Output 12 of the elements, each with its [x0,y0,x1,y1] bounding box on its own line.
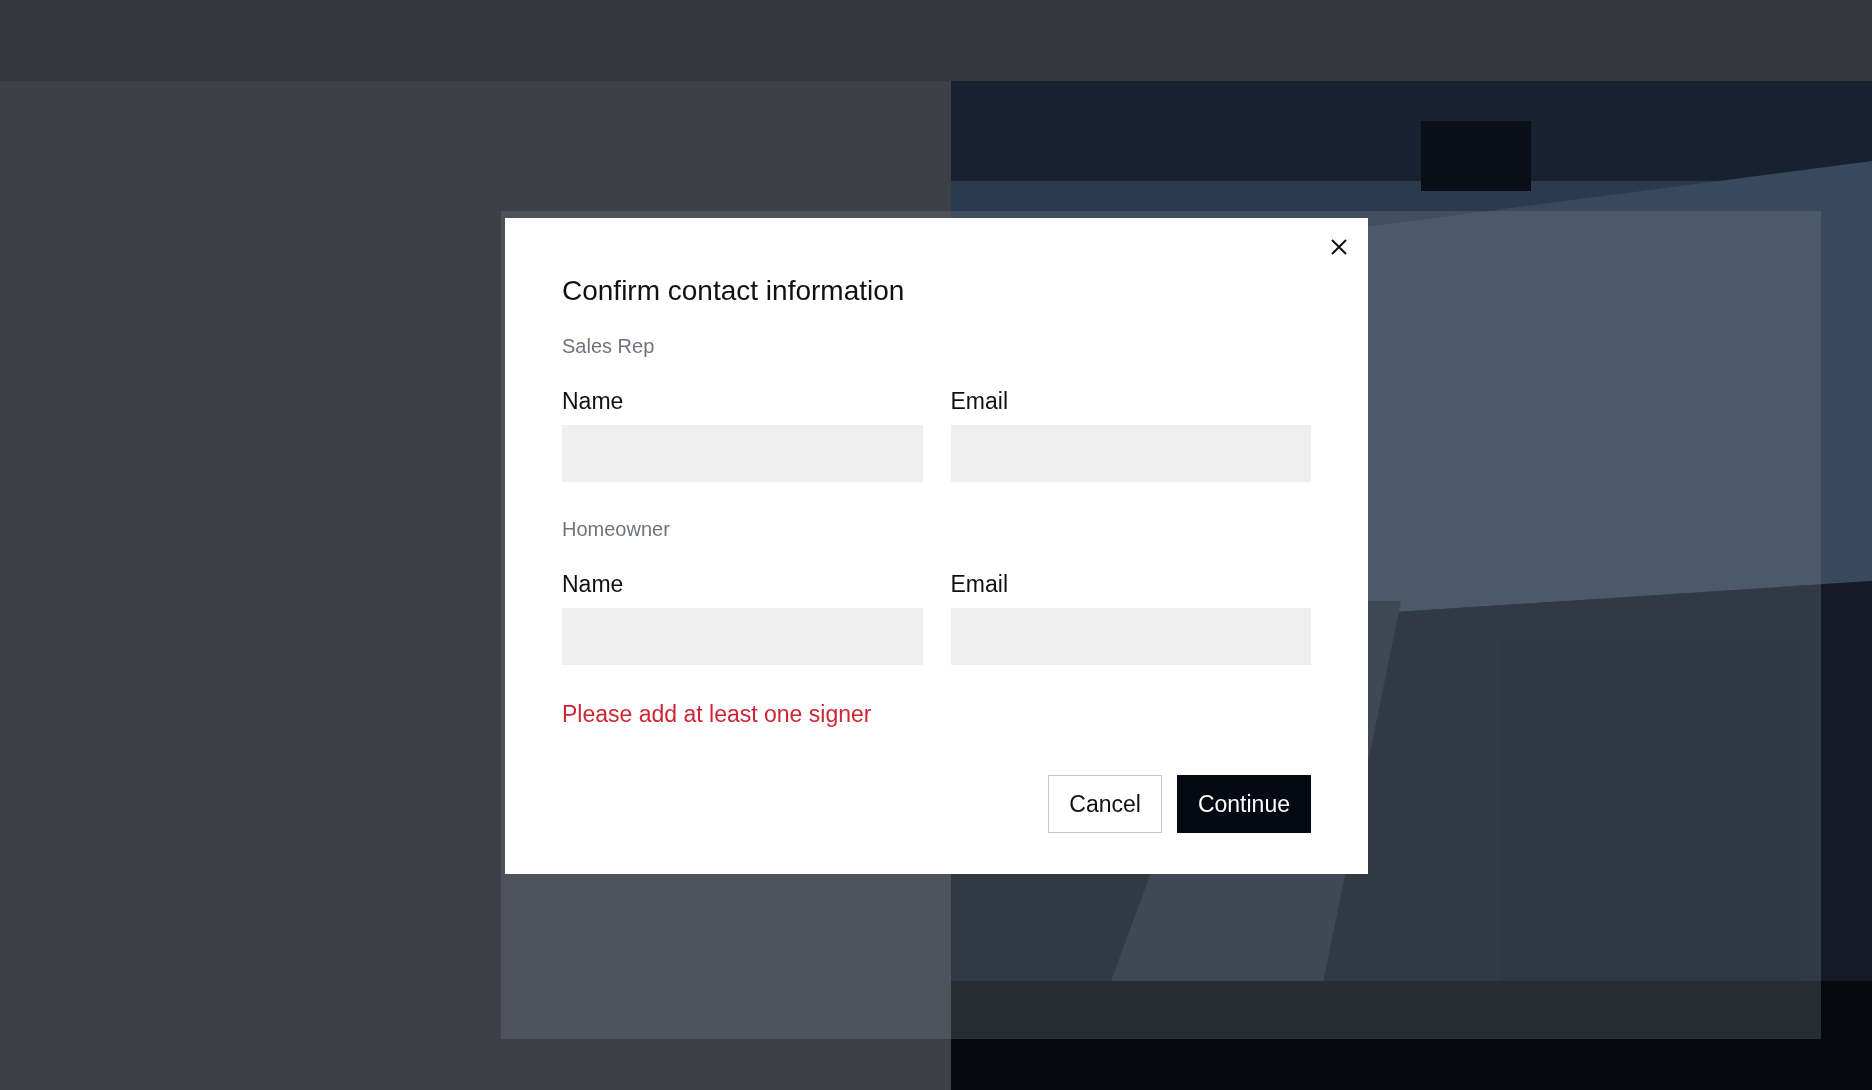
error-message: Please add at least one signer [562,700,873,729]
section-label: Sales Rep [562,334,656,359]
cancel-button[interactable]: Cancel [1048,775,1162,833]
close-icon [1330,238,1348,256]
section-label: Homeowner [562,517,671,542]
field-label: Name [562,387,624,415]
field-label: Email [950,387,1008,415]
continue-button[interactable]: Continue [1176,775,1311,833]
field-label: Email [950,570,1008,598]
field-label: Name [562,570,624,598]
dialog-title: Confirm contact information [562,274,906,308]
close-button[interactable] [1330,238,1348,256]
